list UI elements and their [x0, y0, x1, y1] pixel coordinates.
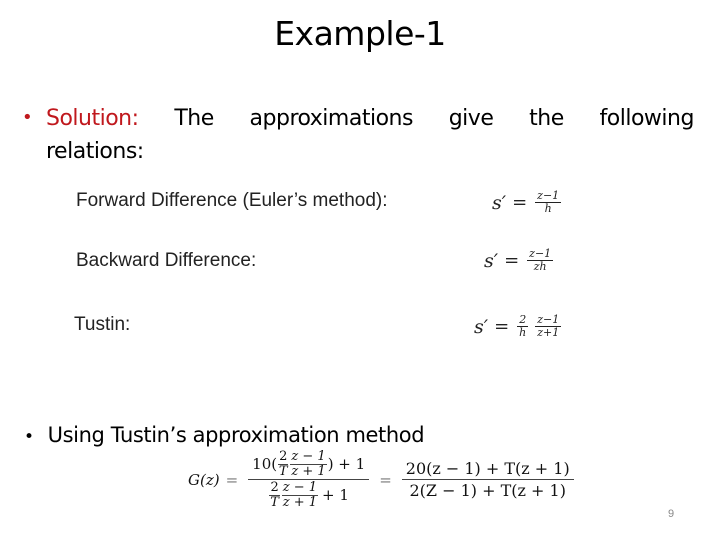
frac-denominator: h	[519, 326, 527, 340]
gz-first-numerator: 10( 2 T z − 1 z + 1 ) + 1	[248, 449, 370, 481]
backward-difference-equation: s′ = z−1 zh	[484, 247, 555, 274]
frac-numerator: 2	[278, 449, 289, 465]
two-over-t-fraction: 2 T	[269, 480, 280, 510]
backward-difference-label: Backward Difference:	[76, 250, 257, 271]
slide-title: Example-1	[274, 14, 446, 53]
frac-denominator: z + 1	[291, 463, 326, 479]
eq-fraction: z−1 zh	[527, 247, 554, 274]
solution-line-2: relations:	[46, 139, 144, 164]
forward-difference-equation: s′ = z−1 h	[492, 189, 563, 216]
frac-denominator: z + 1	[282, 494, 318, 510]
frac-denominator: z+1	[537, 326, 560, 340]
solution-lead: • Solution:	[22, 106, 139, 131]
bullet-icon: •	[24, 427, 34, 447]
tustin-bullet-text: Using Tustin’s approximation method	[47, 423, 425, 447]
gz-suffix: + 1	[322, 486, 349, 505]
gz-second-fraction: 20(z − 1) + T(z + 1) 2(Z − 1) + T(z + 1)	[401, 459, 574, 501]
tustin-label: Tustin:	[74, 314, 131, 335]
eq-fraction: z−1 h	[535, 189, 562, 216]
solution-word: give	[448, 106, 494, 131]
gz-equation: G(z) = 10( 2 T z − 1 z + 1 ) + 1 2 T z −…	[188, 450, 578, 510]
z-fraction: z − 1 z + 1	[290, 449, 327, 479]
solution-line-1: • Solution: The approximations give the …	[22, 106, 695, 131]
eq-fraction: z−1 z+1	[535, 313, 562, 340]
solution-word: following	[599, 106, 695, 131]
gz-second-numerator: 20(z − 1) + T(z + 1)	[401, 459, 574, 481]
eq-equals: =	[504, 250, 520, 272]
solution-word: the	[529, 106, 564, 131]
frac-numerator: 2	[269, 480, 280, 496]
solution-word: The	[174, 106, 214, 131]
bullet-icon: •	[22, 107, 33, 128]
tustin-equation: s′ = 2 h z−1 z+1	[474, 313, 563, 340]
frac-denominator: T	[270, 494, 279, 510]
eq-lhs: s′	[492, 191, 507, 214]
frac-numerator: z − 1	[281, 480, 319, 496]
gz-first-fraction: 10( 2 T z − 1 z + 1 ) + 1 2 T z − 1 z + …	[248, 449, 370, 510]
gz-second-denominator: 2(Z − 1) + T(z + 1)	[409, 481, 566, 501]
eq-lhs: s′	[474, 315, 489, 338]
frac-numerator: z − 1	[290, 449, 327, 465]
tustin-bullet: • Using Tustin’s approximation method	[24, 423, 425, 447]
z-fraction: z − 1 z + 1	[281, 480, 319, 510]
eq-equals: =	[512, 192, 528, 214]
gz-prefix: 10(	[252, 455, 278, 474]
gz-equals-2: =	[379, 470, 392, 489]
page-number: 9	[668, 508, 675, 520]
frac-denominator: h	[544, 202, 552, 216]
frac-denominator: T	[278, 463, 288, 479]
eq-equals: =	[494, 316, 510, 338]
gz-suffix: ) + 1	[327, 455, 366, 474]
eq-fraction: 2 h	[517, 313, 529, 340]
forward-difference-label: Forward Difference (Euler’s method):	[76, 190, 388, 211]
two-over-t-fraction: 2 T	[278, 449, 289, 479]
solution-label: Solution:	[46, 106, 139, 131]
gz-first-denominator: 2 T z − 1 z + 1 + 1	[264, 480, 352, 509]
frac-denominator: zh	[533, 260, 547, 274]
gz-lhs: G(z)	[188, 470, 220, 489]
gz-equals: =	[225, 470, 239, 489]
solution-word: approximations	[249, 106, 414, 131]
eq-lhs: s′	[484, 249, 499, 272]
